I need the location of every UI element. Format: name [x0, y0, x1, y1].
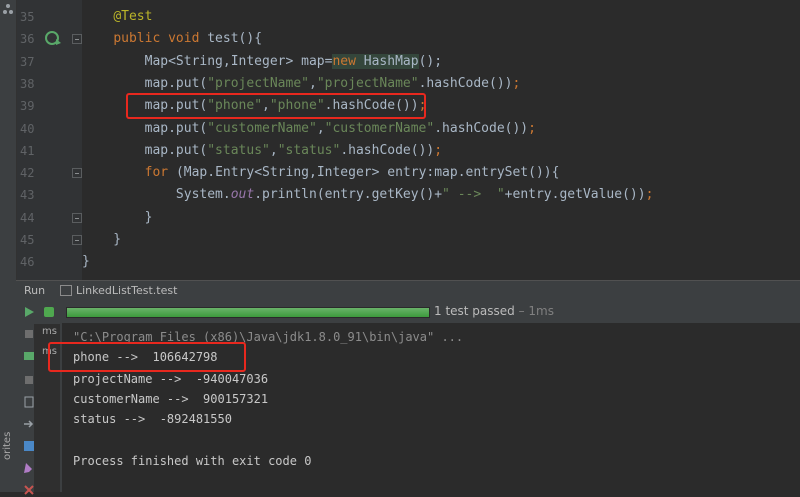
code-token: (); — [418, 53, 443, 69]
gutter-line: 35 — [16, 6, 82, 28]
code-token: map.put( — [82, 142, 208, 158]
code-token: ; — [434, 142, 443, 158]
code-token: } — [82, 209, 153, 225]
run-label: Run — [24, 284, 46, 297]
line-number: 38 — [20, 76, 35, 91]
test-status-row: 1 test passed – 1ms — [62, 301, 800, 323]
test-toggle-icon[interactable] — [42, 305, 56, 319]
code-line[interactable]: Map<String,Integer> map=new HashMap(); — [82, 51, 800, 73]
code-line[interactable]: } — [82, 251, 800, 273]
code-token: +entry.getValue()) — [504, 187, 646, 203]
gutter-line: 46 — [16, 251, 82, 273]
test-progress-bar — [66, 307, 430, 318]
code-token: } — [82, 254, 90, 270]
run-tool-window-header: Run LinkedListTest.test — [16, 280, 800, 302]
code-token: map.put( — [82, 120, 208, 136]
gutter-line: 43 — [16, 184, 82, 206]
line-number: 35 — [20, 10, 35, 24]
code-token: .println(entry.getKey()+ — [254, 187, 443, 203]
fold-marker-icon[interactable] — [72, 34, 82, 45]
code-token: } — [82, 232, 122, 247]
code-line[interactable]: } — [82, 207, 800, 229]
code-token: "customerName" — [324, 120, 435, 136]
test-tree-item[interactable]: ms — [42, 326, 57, 337]
fold-marker-icon[interactable] — [72, 168, 82, 179]
console-line: status --> -892481550 — [73, 412, 232, 426]
gutter-line: 41 — [16, 140, 82, 162]
code-token: .hashCode()) — [434, 120, 529, 136]
code-token: out — [230, 187, 255, 203]
code-token: .hashCode()) — [340, 142, 435, 158]
code-token: "customerName" — [207, 120, 317, 136]
test-result-text: 1 test passed – 1ms — [434, 304, 555, 318]
code-line[interactable]: @Test — [82, 6, 800, 28]
code-line[interactable]: System.out.println(entry.getKey()+" --> … — [82, 184, 800, 206]
code-line[interactable]: for (Map.Entry<String,Integer> entry:map… — [82, 162, 800, 184]
line-number: 40 — [20, 121, 35, 136]
fold-marker-icon[interactable] — [72, 212, 82, 223]
code-token: .hashCode()) — [418, 75, 513, 91]
code-editor[interactable]: 35 36 37 38 39 40 41 42 43 44 45 46 @Test public vo… — [0, 0, 800, 280]
code-token: , — [269, 142, 278, 158]
code-token: public void — [113, 31, 208, 47]
highlight-box-phone-output — [48, 342, 246, 372]
line-number: 41 — [20, 143, 35, 158]
code-token: "status" — [207, 142, 270, 158]
line-number: 43 — [20, 188, 35, 203]
code-token: ; — [512, 75, 521, 91]
console-output[interactable]: "C:\Program Files (x86)\Java\jdk1.8.0_91… — [48, 323, 800, 492]
highlight-box-phone-line — [126, 93, 426, 119]
code-token: @Test — [113, 9, 153, 24]
run-tab-name[interactable]: LinkedListTest.test — [76, 281, 177, 301]
test-tab-icon — [60, 285, 72, 296]
code-token: System. — [82, 187, 231, 203]
line-number: 39 — [20, 99, 35, 114]
code-token: ; — [645, 187, 654, 203]
fold-marker-icon[interactable] — [72, 235, 82, 245]
code-token: Map<String,Integer> map= — [82, 53, 333, 69]
line-number: 46 — [20, 255, 35, 270]
console-line: projectName --> -940047036 — [73, 372, 269, 386]
console-line: customerName --> 900157321 — [73, 392, 269, 406]
code-token: , — [308, 75, 317, 91]
code-token: ; — [528, 120, 536, 136]
code-token: (Map.Entry<String,Integer> entry:map.ent… — [175, 165, 560, 181]
code-token: " --> " — [442, 187, 505, 203]
gutter-line: 37 — [16, 51, 82, 73]
code-token: "projectName" — [316, 75, 419, 91]
left-tool-strip: orites — [0, 0, 17, 492]
code-token: for — [144, 165, 176, 181]
code-line[interactable]: map.put("projectName","projectName".hash… — [82, 73, 800, 95]
code-line[interactable]: public void test(){ — [82, 28, 800, 50]
code-line[interactable]: map.put("status","status".hashCode()); — [82, 140, 800, 162]
code-token: map.put( — [82, 75, 208, 91]
gutter-line: 38 — [16, 73, 82, 95]
favorites-side-tab[interactable]: orites — [2, 432, 13, 460]
gutter-line: 40 — [16, 118, 82, 140]
rerun-icon[interactable] — [22, 305, 36, 319]
console-line: Process finished with exit code 0 — [73, 454, 312, 468]
gutter-line: 39 — [16, 95, 82, 117]
line-number: 37 — [20, 54, 35, 69]
code-line[interactable]: } — [82, 229, 800, 251]
code-token: "projectName" — [207, 75, 309, 91]
code-token: "status" — [277, 142, 341, 158]
structure-icon[interactable] — [2, 3, 14, 15]
line-number: 45 — [20, 233, 35, 247]
code-line[interactable]: map.put("customerName","customerName".ha… — [82, 118, 800, 140]
code-token: HashMap — [363, 53, 419, 69]
line-number: 44 — [20, 210, 35, 225]
code-token: new — [332, 53, 364, 69]
code-token: , — [316, 120, 325, 136]
code-token: test(){ — [207, 31, 263, 47]
run-test-gutter-icon[interactable] — [44, 30, 62, 46]
line-number: 42 — [20, 166, 35, 181]
